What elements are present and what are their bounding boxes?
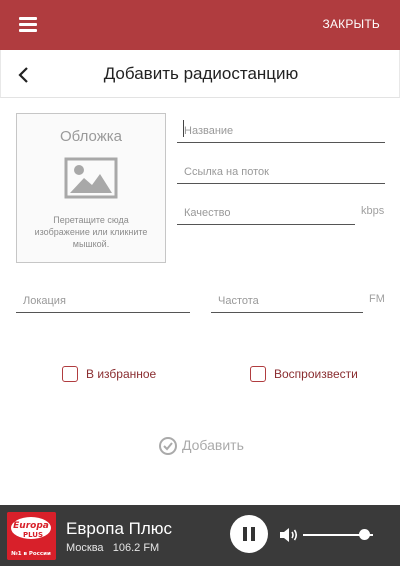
station-logo[interactable]: Europa PLUS №1 в России	[7, 512, 56, 560]
name-field	[177, 121, 385, 143]
play-label[interactable]: Воспроизвести	[274, 367, 358, 381]
cover-dropzone[interactable]: Обложка Перетащите сюда изображение или …	[16, 113, 166, 263]
page-title: Добавить радиостанцию	[103, 64, 299, 83]
add-button-label: Добавить	[182, 437, 244, 453]
image-placeholder-icon	[64, 157, 118, 204]
location-field	[16, 291, 190, 313]
favorite-checkbox[interactable]	[62, 366, 78, 382]
station-name: Европа Плюс	[66, 519, 173, 538]
play-checkbox[interactable]	[250, 366, 266, 382]
top-bar: ЗАКРЫТЬ	[0, 0, 400, 50]
cover-hint: Перетащите сюда изображение или кликните…	[34, 215, 148, 249]
location-input[interactable]	[16, 291, 190, 311]
check-circle-icon	[159, 437, 177, 455]
station-frequency: 106.2 FM	[112, 542, 160, 554]
logo-plus-text: PLUS	[23, 531, 43, 539]
frequency-unit: FM	[369, 293, 385, 305]
frequency-field	[211, 291, 363, 313]
volume-icon[interactable]	[279, 527, 299, 548]
frequency-input[interactable]	[211, 291, 363, 311]
station-details: Москва 106.2 FM	[66, 542, 159, 554]
pause-button[interactable]	[230, 515, 268, 553]
stream-url-field	[177, 162, 385, 184]
close-button[interactable]: ЗАКРЫТЬ	[323, 17, 380, 31]
text-caret	[183, 120, 184, 137]
favorite-label[interactable]: В избранное	[86, 367, 156, 381]
logo-sub-text: №1 в России	[10, 550, 51, 557]
cover-title: Обложка	[60, 128, 122, 145]
station-city: Москва	[66, 542, 104, 554]
add-button[interactable]: Добавить	[158, 436, 248, 456]
stream-url-input[interactable]	[177, 162, 385, 182]
logo-main-text: Europa	[13, 521, 49, 531]
name-input[interactable]	[177, 121, 385, 141]
quality-field	[177, 203, 355, 225]
quality-unit: kbps	[361, 205, 385, 217]
quality-input[interactable]	[177, 203, 355, 223]
title-bar: Добавить радиостанцию	[0, 50, 400, 98]
hamburger-menu-icon[interactable]	[14, 12, 42, 38]
